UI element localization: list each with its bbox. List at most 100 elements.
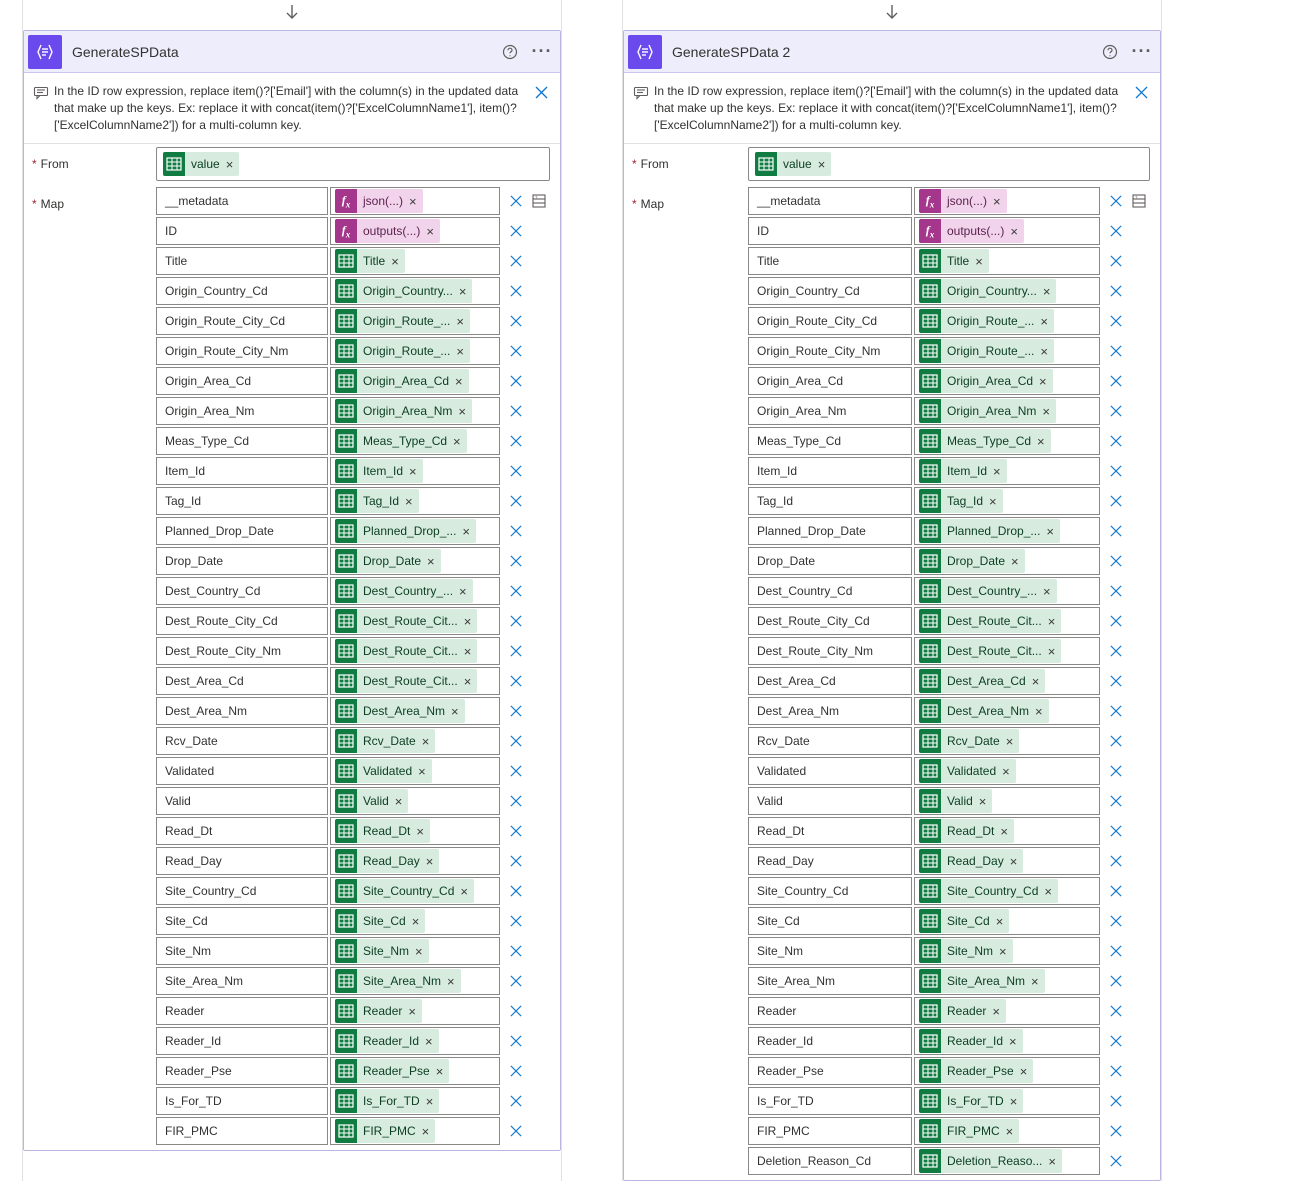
token-remove-icon[interactable]: × — [1035, 704, 1049, 719]
value-token[interactable]: Dest_Country_...× — [919, 579, 1057, 603]
delete-row-button[interactable] — [506, 611, 526, 631]
token-remove-icon[interactable]: × — [459, 584, 473, 599]
value-token[interactable]: Item_Id× — [919, 459, 1007, 483]
map-key-input[interactable]: Origin_Country_Cd — [156, 277, 328, 305]
token-remove-icon[interactable]: × — [425, 1034, 439, 1049]
map-key-input[interactable]: Read_Dt — [156, 817, 328, 845]
map-key-input[interactable]: ID — [748, 217, 912, 245]
map-key-input[interactable]: Origin_Route_City_Nm — [748, 337, 912, 365]
delete-row-button[interactable] — [1106, 191, 1126, 211]
token-remove-icon[interactable]: × — [426, 224, 440, 239]
map-key-input[interactable]: Site_Cd — [748, 907, 912, 935]
value-token[interactable]: Reader_Id× — [919, 1029, 1023, 1053]
map-value-input[interactable]: Site_Nm× — [330, 937, 500, 965]
map-key-input[interactable]: Dest_Route_City_Nm — [748, 637, 912, 665]
map-value-input[interactable]: Is_For_TD× — [914, 1087, 1100, 1115]
value-token[interactable]: Site_Cd× — [919, 909, 1009, 933]
map-key-input[interactable]: __metadata — [156, 187, 328, 215]
map-key-input[interactable]: Validated — [748, 757, 912, 785]
value-token[interactable]: Rcv_Date× — [335, 729, 435, 753]
map-value-input[interactable]: Meas_Type_Cd× — [330, 427, 500, 455]
map-key-input[interactable]: Site_Nm — [156, 937, 328, 965]
map-key-input[interactable]: Origin_Area_Cd — [156, 367, 328, 395]
delete-row-button[interactable] — [1106, 431, 1126, 451]
map-key-input[interactable]: Title — [156, 247, 328, 275]
delete-row-button[interactable] — [1106, 491, 1126, 511]
token-remove-icon[interactable]: × — [989, 494, 1003, 509]
map-key-input[interactable]: Read_Day — [156, 847, 328, 875]
delete-row-button[interactable] — [506, 551, 526, 571]
value-token[interactable]: Planned_Drop_...× — [335, 519, 476, 543]
map-value-input[interactable]: Reader× — [330, 997, 500, 1025]
value-token[interactable]: fxjson(...)× — [335, 189, 423, 213]
token-remove-icon[interactable]: × — [427, 554, 441, 569]
token-remove-icon[interactable]: × — [975, 254, 989, 269]
value-token[interactable]: Deletion_Reaso...× — [919, 1149, 1062, 1173]
token-remove-icon[interactable]: × — [458, 404, 472, 419]
delete-row-button[interactable] — [1106, 941, 1126, 961]
map-key-input[interactable]: Rcv_Date — [156, 727, 328, 755]
token-remove-icon[interactable]: × — [405, 494, 419, 509]
value-token[interactable]: Rcv_Date× — [919, 729, 1019, 753]
map-key-input[interactable]: Dest_Country_Cd — [748, 577, 912, 605]
map-key-input[interactable]: Site_Cd — [156, 907, 328, 935]
map-value-input[interactable]: Dest_Country_...× — [330, 577, 500, 605]
map-value-input[interactable]: fxjson(...)× — [914, 187, 1100, 215]
token-remove-icon[interactable]: × — [415, 944, 429, 959]
delete-row-button[interactable] — [506, 251, 526, 271]
value-token[interactable]: FIR_PMC× — [335, 1119, 435, 1143]
delete-row-button[interactable] — [1106, 1121, 1126, 1141]
map-key-input[interactable]: Reader_Pse — [748, 1057, 912, 1085]
map-value-input[interactable]: Rcv_Date× — [914, 727, 1100, 755]
delete-row-button[interactable] — [1106, 401, 1126, 421]
map-value-input[interactable]: Valid× — [914, 787, 1100, 815]
map-key-input[interactable]: Dest_Area_Cd — [748, 667, 912, 695]
map-key-input[interactable]: Meas_Type_Cd — [748, 427, 912, 455]
delete-row-button[interactable] — [506, 371, 526, 391]
map-key-input[interactable]: Valid — [748, 787, 912, 815]
delete-row-button[interactable] — [1106, 341, 1126, 361]
map-value-input[interactable]: Origin_Country...× — [914, 277, 1100, 305]
token-remove-icon[interactable]: × — [412, 914, 426, 929]
map-value-input[interactable]: Deletion_Reaso...× — [914, 1147, 1100, 1175]
map-key-input[interactable]: Origin_Route_City_Cd — [748, 307, 912, 335]
delete-row-button[interactable] — [1106, 371, 1126, 391]
token-remove-icon[interactable]: × — [1000, 824, 1014, 839]
value-token[interactable]: Dest_Area_Nm× — [919, 699, 1049, 723]
map-key-input[interactable]: Tag_Id — [748, 487, 912, 515]
token-remove-icon[interactable]: × — [456, 344, 470, 359]
token-remove-icon[interactable]: × — [1037, 434, 1051, 449]
value-token[interactable]: Reader× — [919, 999, 1006, 1023]
map-key-input[interactable]: Origin_Area_Nm — [748, 397, 912, 425]
map-key-input[interactable]: Reader_Id — [156, 1027, 328, 1055]
delete-row-button[interactable] — [506, 311, 526, 331]
token-remove-icon[interactable]: × — [409, 194, 423, 209]
delete-row-button[interactable] — [1106, 641, 1126, 661]
value-token[interactable]: Site_Country_Cd× — [919, 879, 1058, 903]
map-key-input[interactable]: Drop_Date — [748, 547, 912, 575]
value-token[interactable]: Dest_Route_Cit...× — [335, 639, 477, 663]
map-value-input[interactable]: Origin_Route_...× — [330, 307, 500, 335]
token-remove-icon[interactable]: × — [447, 974, 461, 989]
map-key-input[interactable]: Reader_Pse — [156, 1057, 328, 1085]
delete-row-button[interactable] — [506, 221, 526, 241]
map-value-input[interactable]: Validated× — [914, 757, 1100, 785]
value-token[interactable]: Origin_Route_...× — [335, 339, 470, 363]
from-input[interactable]: value × — [156, 147, 550, 181]
token-remove-icon[interactable]: × — [1031, 974, 1045, 989]
token-remove-icon[interactable]: × — [1010, 1094, 1024, 1109]
map-key-input[interactable]: Dest_Area_Nm — [156, 697, 328, 725]
token-remove-icon[interactable]: × — [1048, 614, 1062, 629]
delete-row-button[interactable] — [506, 491, 526, 511]
token-remove-icon[interactable]: × — [1002, 764, 1016, 779]
map-key-input[interactable]: Drop_Date — [156, 547, 328, 575]
map-value-input[interactable]: Dest_Route_Cit...× — [330, 607, 500, 635]
map-key-input[interactable]: Reader — [156, 997, 328, 1025]
value-token[interactable]: Dest_Route_Cit...× — [335, 609, 477, 633]
map-value-input[interactable]: Dest_Route_Cit...× — [914, 637, 1100, 665]
map-key-input[interactable]: Origin_Country_Cd — [748, 277, 912, 305]
delete-row-button[interactable] — [506, 341, 526, 361]
map-key-input[interactable]: Origin_Area_Nm — [156, 397, 328, 425]
map-value-input[interactable]: Origin_Area_Nm× — [914, 397, 1100, 425]
map-key-input[interactable]: Site_Nm — [748, 937, 912, 965]
